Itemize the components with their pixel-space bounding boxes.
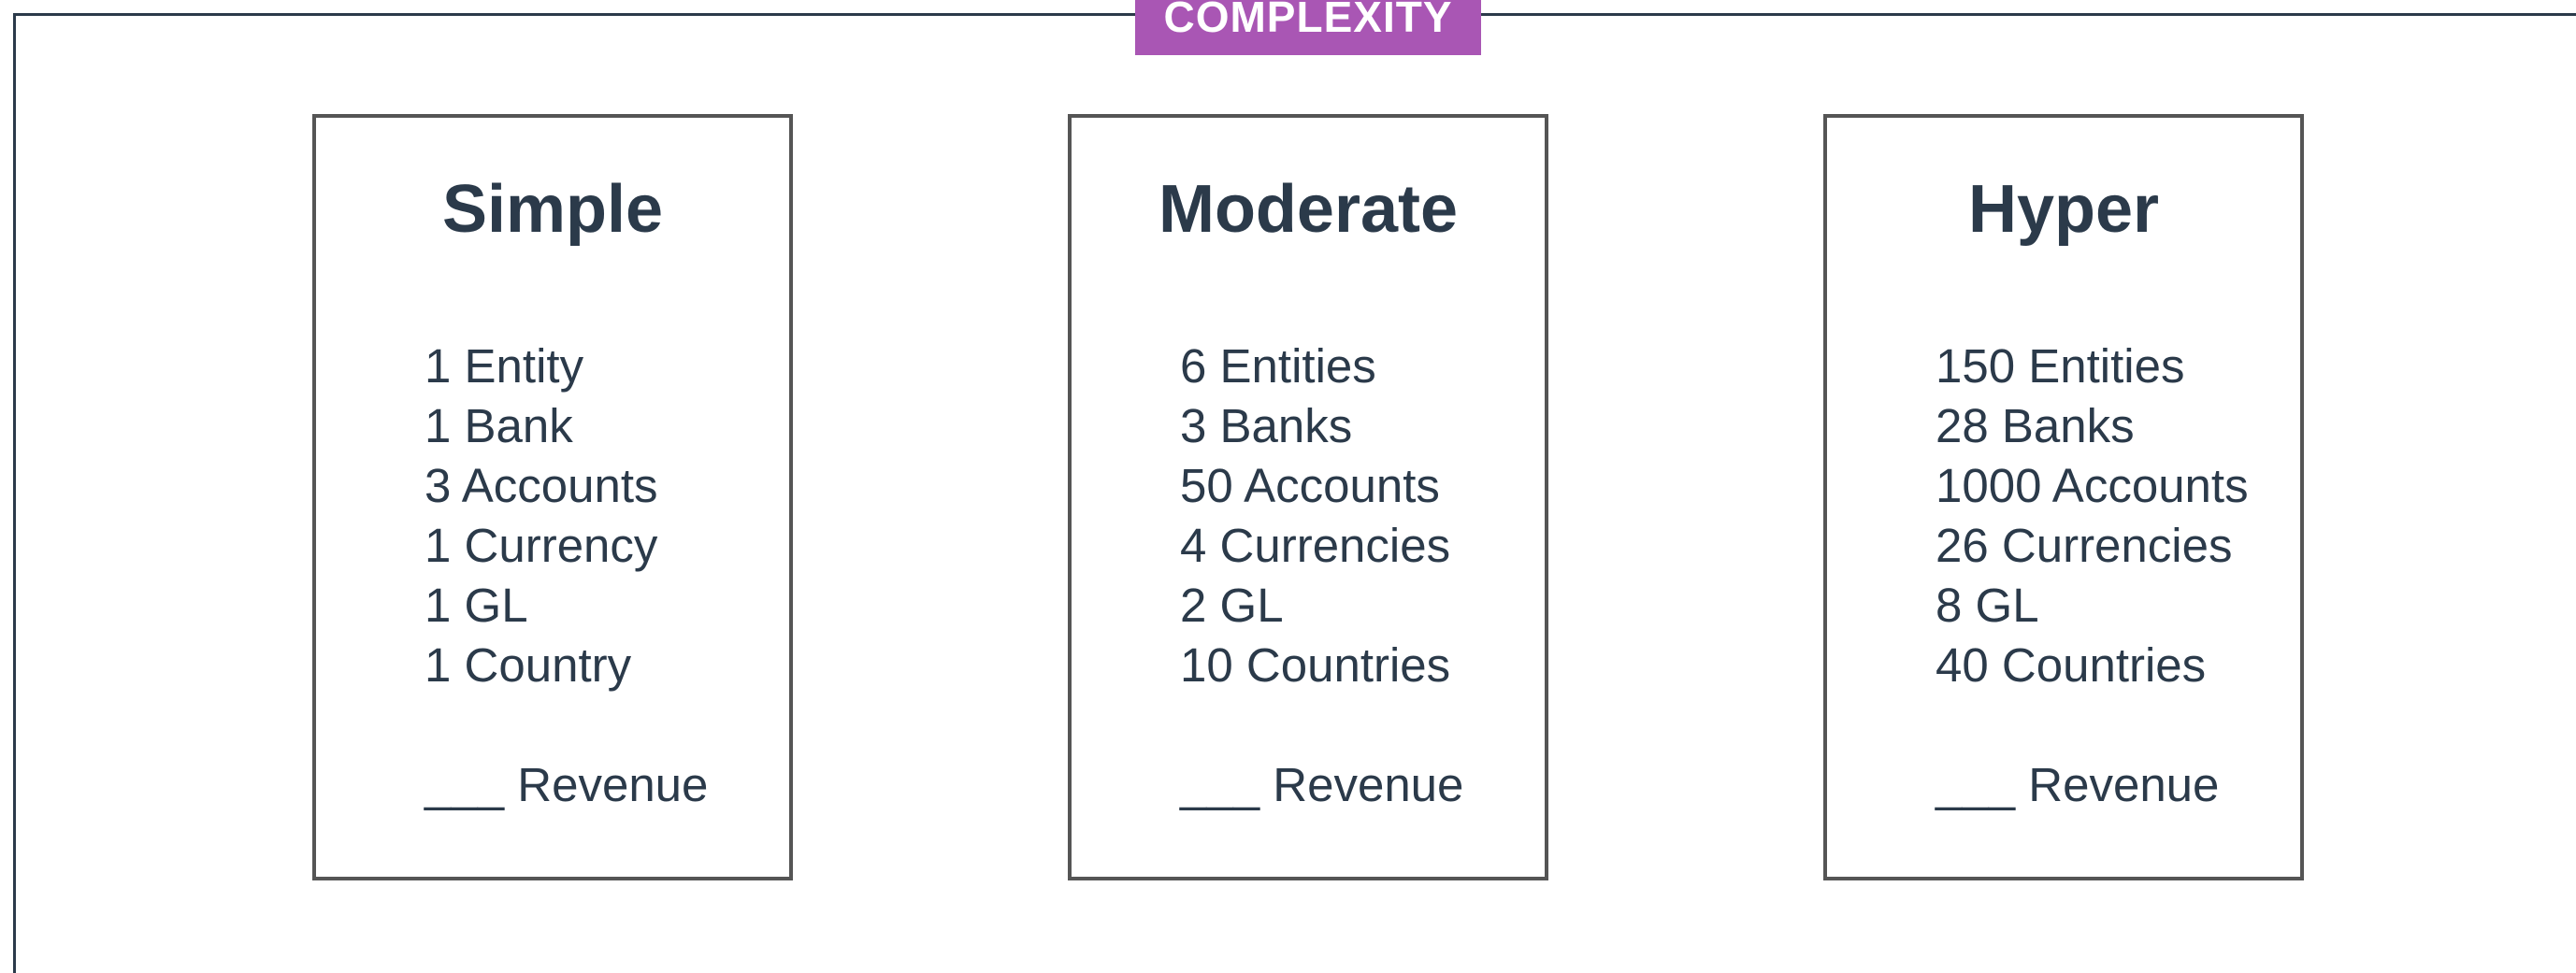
tier-stats-list: 150 Entities 28 Banks 1000 Accounts 26 C…: [1936, 336, 2249, 695]
tier-title: Moderate: [1158, 172, 1459, 247]
tier-stat-gl: 1 GL: [425, 579, 528, 632]
tier-stat-currencies: 4 Currencies: [1180, 519, 1451, 572]
tier-stat-entities: 1 Entity: [425, 339, 584, 393]
banner-label: COMPLEXITY: [1163, 0, 1453, 41]
tier-stat-currencies: 1 Currency: [425, 519, 658, 572]
tier-stat-gl: 8 GL: [1936, 579, 2039, 632]
tier-revenue: ___ Revenue: [1180, 758, 1464, 811]
tier-stats-list: 1 Entity 1 Bank 3 Accounts 1 Currency 1 …: [425, 336, 658, 695]
tier-revenue: ___ Revenue: [425, 758, 709, 811]
tier-revenue: ___ Revenue: [1936, 758, 2220, 811]
tier-stat-gl: 2 GL: [1180, 579, 1284, 632]
tier-stat-banks: 3 Banks: [1180, 399, 1353, 452]
tier-stat-accounts: 1000 Accounts: [1936, 459, 2249, 512]
tier-stat-currencies: 26 Currencies: [1936, 519, 2233, 572]
tier-card-moderate: Moderate 6 Entities 3 Banks 50 Accounts …: [1068, 114, 1548, 880]
tier-stat-accounts: 3 Accounts: [425, 459, 658, 512]
tier-stat-countries: 1 Country: [425, 638, 632, 692]
tier-stat-entities: 150 Entities: [1936, 339, 2185, 393]
tier-card-simple: Simple 1 Entity 1 Bank 3 Accounts 1 Curr…: [312, 114, 793, 880]
tier-title: Simple: [441, 172, 664, 247]
tier-stat-accounts: 50 Accounts: [1180, 459, 1440, 512]
tier-stat-countries: 40 Countries: [1936, 638, 2207, 692]
tier-stat-entities: 6 Entities: [1180, 339, 1376, 393]
tier-stats-list: 6 Entities 3 Banks 50 Accounts 4 Currenc…: [1180, 336, 1450, 695]
tier-title: Hyper: [1967, 172, 2160, 247]
tier-stat-countries: 10 Countries: [1180, 638, 1451, 692]
tier-stat-banks: 28 Banks: [1936, 399, 2135, 452]
tier-stat-banks: 1 Bank: [425, 399, 573, 452]
complexity-banner: COMPLEXITY: [1135, 0, 1481, 55]
tier-card-hyper: Hyper 150 Entities 28 Banks 1000 Account…: [1823, 114, 2304, 880]
